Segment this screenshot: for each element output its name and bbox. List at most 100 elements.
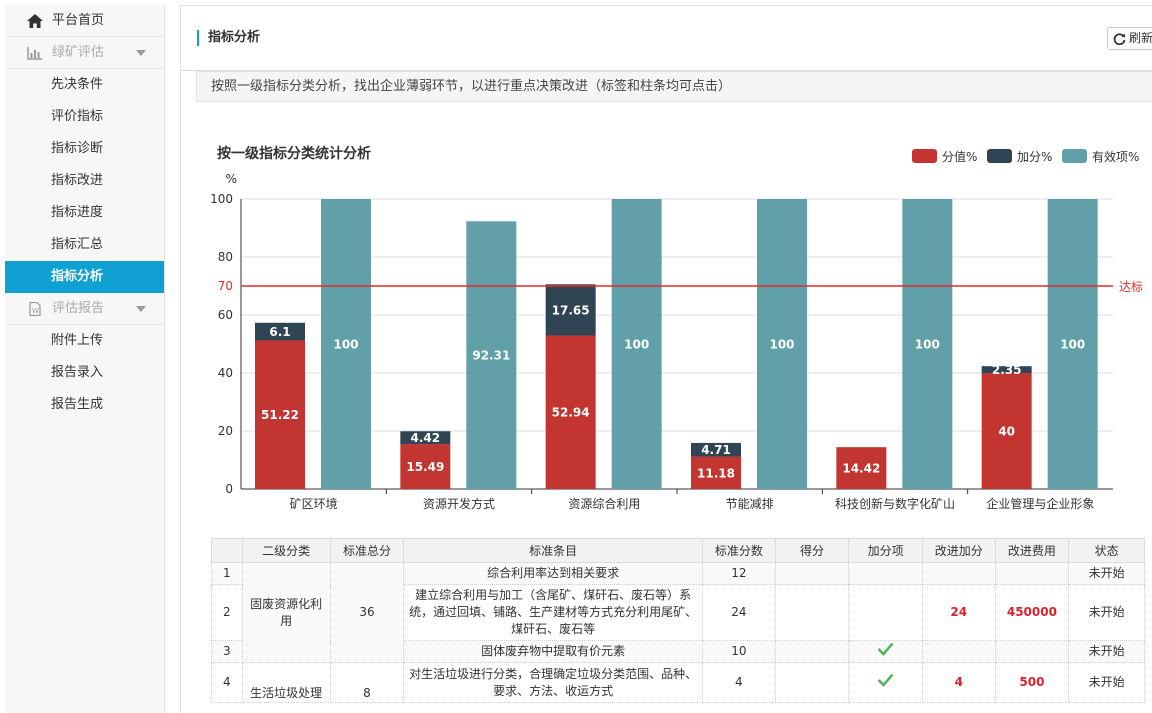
bar-data-label: 100 [915,338,940,352]
sidebar-item-green-5[interactable]: 指标汇总 [5,229,164,261]
x-category-label[interactable]: 企业管理与企业形象 [986,496,1094,511]
cell-score [774,640,850,663]
bar-data-label: 14.42 [842,462,880,476]
sidebar-item-green-3[interactable]: 指标改进 [5,165,164,197]
caret-down-icon [136,306,146,312]
bar-data-label: 52.94 [552,406,590,420]
bar-chart: 0 20 40 60 80 100% 51.22 6.1 100 矿区环境 15.49 4.42 92.… [210,149,1143,511]
y-tick-label: 60 [218,308,233,322]
cell-improve-bonus [921,562,996,585]
sidebar-item-report-0[interactable]: 附件上传 [5,325,164,357]
cell-improve-cost: 450000 [994,584,1070,641]
sidebar-submenu: 先决条件 评价指标 指标诊断 指标改进 指标进度 指标汇总 指标分析 [5,69,164,293]
y-axis-unit: % [226,172,237,186]
bar-data-label: 11.18 [697,466,735,480]
cell-status: 未开始 [1068,662,1145,703]
bar-data-label: 100 [1060,338,1085,352]
legend-swatch [912,149,937,163]
check-icon [877,673,894,687]
legend-label[interactable]: 分值% [942,149,977,164]
bar-data-label: 6.1 [269,325,290,339]
column-header[interactable]: 得分 [774,538,850,563]
sidebar-report-submenu: 附件上传 报告录入 报告生成 [5,325,164,421]
column-header[interactable]: 改进费用 [994,538,1070,563]
column-header[interactable]: 标准总分 [329,538,405,563]
cell-item: 综合利用率达到相关要求 [403,562,704,585]
y-tick-label: 80 [218,250,233,264]
cell-improve-bonus: 24 [921,584,996,641]
refresh-button[interactable]: 刷新 [1107,27,1152,50]
cell-index: 4 [211,662,243,703]
bar-data-label: 40 [998,425,1015,439]
column-header[interactable]: 加分项 [848,538,923,563]
refresh-label: 刷新 [1129,31,1152,45]
column-header[interactable]: 改进加分 [921,538,996,563]
cell-improve-bonus: 4 [921,662,996,703]
sidebar-item-report-1[interactable]: 报告录入 [5,357,164,389]
page-header: 指标分析 刷新 [181,6,1152,71]
cell-std-score: 4 [702,662,776,703]
cell-score [774,662,850,703]
cell-bonus [848,662,923,703]
bar-data-label: 92.31 [472,349,510,363]
cell-index: 3 [211,640,243,663]
bar-chart-icon [27,47,42,60]
sidebar-group-label: 评估报告 [52,301,105,316]
column-header[interactable]: 二级分类 [241,538,331,563]
sidebar-item-green-4[interactable]: 指标进度 [5,197,164,229]
refresh-icon [1113,33,1126,45]
bar-data-label: 100 [769,338,794,352]
table-row[interactable]: 4 生活垃圾处理 8 对生活垃圾进行分类，合理确定垃圾分类范围、品种、要求、方法、收运… [211,662,1145,703]
standards-table: 二级分类 标准总分 标准条目 标准分数 得分 加分项 改进加分 改进费用 状态 1 固废资源化利用… [211,538,1145,703]
cell-std-score: 24 [702,584,776,641]
sidebar-item-report-2[interactable]: 报告生成 [5,389,164,421]
bar-data-label: 2.35 [992,363,1022,377]
x-category-label[interactable]: 资源综合利用 [568,496,640,511]
x-category-label[interactable]: 节能减排 [726,497,774,511]
sidebar-group-green-eval[interactable]: 绿矿评估 [5,37,164,69]
svg-text:W: W [32,307,39,315]
column-header[interactable]: 状态 [1068,538,1145,563]
check-icon [877,642,894,656]
cell-status: 未开始 [1068,562,1145,585]
cell-improve-cost [994,640,1070,663]
x-category-label[interactable]: 矿区环境 [290,496,338,511]
sidebar-item-green-6[interactable]: 指标分析 [5,261,164,293]
legend-swatch [987,149,1012,163]
sidebar: 平台首页 绿矿评估 先决条件 评价指标 指标诊断 指标改进 指标进度 指标汇总 指标分析 W… [5,5,165,713]
cell-total: 36 [329,562,405,663]
sidebar-item-green-0[interactable]: 先决条件 [5,69,164,101]
column-header[interactable] [211,538,243,563]
column-header[interactable]: 标准分数 [702,538,776,563]
cell-improve-cost: 500 [994,662,1070,703]
hint-text: 按照一级指标分类分析，找出企业薄弱环节，以进行重点决策改进（标签和柱条均可点击） [196,71,1152,102]
legend-label[interactable]: 有效项% [1092,149,1139,164]
cell-std-score: 10 [702,640,776,663]
bar-data-label: 17.65 [552,303,590,317]
cell-status: 未开始 [1068,584,1145,641]
cell-bonus [848,562,923,585]
app-window: 平台首页 绿矿评估 先决条件 评价指标 指标诊断 指标改进 指标进度 指标汇总 指标分析 W… [0,0,1152,713]
x-category-label[interactable]: 资源开发方式 [423,496,495,511]
cell-improve-cost [994,562,1070,585]
main-panel: 指标分析 刷新 按照一级指标分类分析，找出企业薄弱环节，以进行重点决策改进（标签… [180,5,1152,713]
cell-item: 固体废弃物中提取有价元素 [403,640,704,663]
legend-label[interactable]: 加分% [1017,150,1052,164]
y-tick-label: 0 [225,482,233,496]
bar-data-label: 100 [333,338,358,352]
sidebar-group-report[interactable]: W 评估报告 [5,293,164,325]
bar-data-label: 15.49 [406,460,444,474]
sidebar-home-label: 平台首页 [52,13,105,28]
caret-down-icon [136,50,146,56]
sidebar-item-green-1[interactable]: 评价指标 [5,101,164,133]
column-header[interactable]: 标准条目 [403,538,704,563]
x-category-label[interactable]: 科技创新与数字化矿山 [835,496,955,511]
cell-item: 对生活垃圾进行分类，合理确定垃圾分类范围、品种、要求、方法、收运方式 [403,662,704,703]
y-tick-label: 20 [218,424,233,438]
sidebar-item-home[interactable]: 平台首页 [5,5,164,37]
threshold-value-label: 70 [218,279,233,293]
cell-score [774,562,850,585]
sidebar-item-green-2[interactable]: 指标诊断 [5,133,164,165]
cell-improve-bonus [921,640,996,663]
table-row[interactable]: 1 固废资源化利用 36 综合利用率达到相关要求 12 未开始 [211,562,1145,663]
